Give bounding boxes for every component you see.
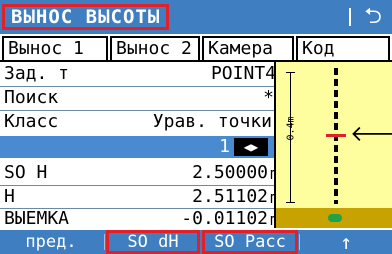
target-marker — [326, 134, 346, 137]
page-number: 1 — [219, 136, 230, 157]
search-label: Поиск — [4, 87, 59, 108]
h-value: 2.51102 — [192, 186, 268, 207]
title-bar: ВЫНОС ВЫСОТЫ ⮌ — [0, 0, 392, 34]
tab-stakeout-1[interactable]: Вынос 1 — [2, 36, 108, 60]
left-right-arrows-icon[interactable]: ◀▶ — [234, 138, 268, 156]
stakeout-graphic: 0.4m 🡐 — [274, 62, 392, 228]
arrow-left-icon: 🡐 — [350, 122, 392, 147]
tab-bar: Вынос 1 Вынос 2 Камера Код — [0, 36, 392, 62]
prev-button[interactable]: пред. — [0, 230, 102, 254]
class-label: Класс — [4, 111, 59, 132]
prism-icon — [328, 214, 342, 222]
screen: ВЫНОС ВЫСОТЫ ⮌ Вынос 1 Вынос 2 Камера Ко… — [0, 0, 392, 254]
tab-stakeout-2[interactable]: Вынос 2 — [110, 36, 200, 60]
tab-camera[interactable]: Камера — [202, 36, 294, 60]
search-value[interactable]: * — [263, 87, 274, 108]
so-dh-button[interactable]: SO dH — [106, 230, 200, 254]
h-label: H — [4, 186, 15, 207]
dimension-label: 0.4m — [285, 116, 297, 141]
cut-label: ВЫЕМКА — [4, 208, 70, 229]
dimension-tick — [286, 202, 295, 203]
so-h-value[interactable]: 2.50000 — [192, 162, 268, 183]
point-label: Зад. т — [4, 63, 70, 84]
title-separator — [349, 8, 351, 26]
cut-value: -0.01102 — [181, 208, 268, 229]
point-value[interactable]: POINT4 — [211, 63, 276, 84]
class-value[interactable]: Урав. точки — [153, 111, 272, 132]
back-button[interactable]: ⮌ — [357, 2, 389, 32]
back-icon: ⮌ — [364, 4, 382, 29]
up-arrow-button[interactable]: ↑ — [300, 230, 392, 254]
page-title: ВЫНОС ВЫСОТЫ — [2, 4, 170, 30]
page-selector[interactable]: 1 ◀▶ — [0, 136, 274, 158]
tab-code[interactable]: Код — [296, 36, 390, 60]
so-distance-button[interactable]: SO Расс — [202, 230, 298, 254]
softkey-separator — [104, 234, 105, 250]
dimension-tick — [286, 72, 295, 73]
so-h-label: SO H — [4, 162, 48, 183]
softkey-bar: пред. SO dH SO Расс ↑ — [0, 230, 392, 254]
